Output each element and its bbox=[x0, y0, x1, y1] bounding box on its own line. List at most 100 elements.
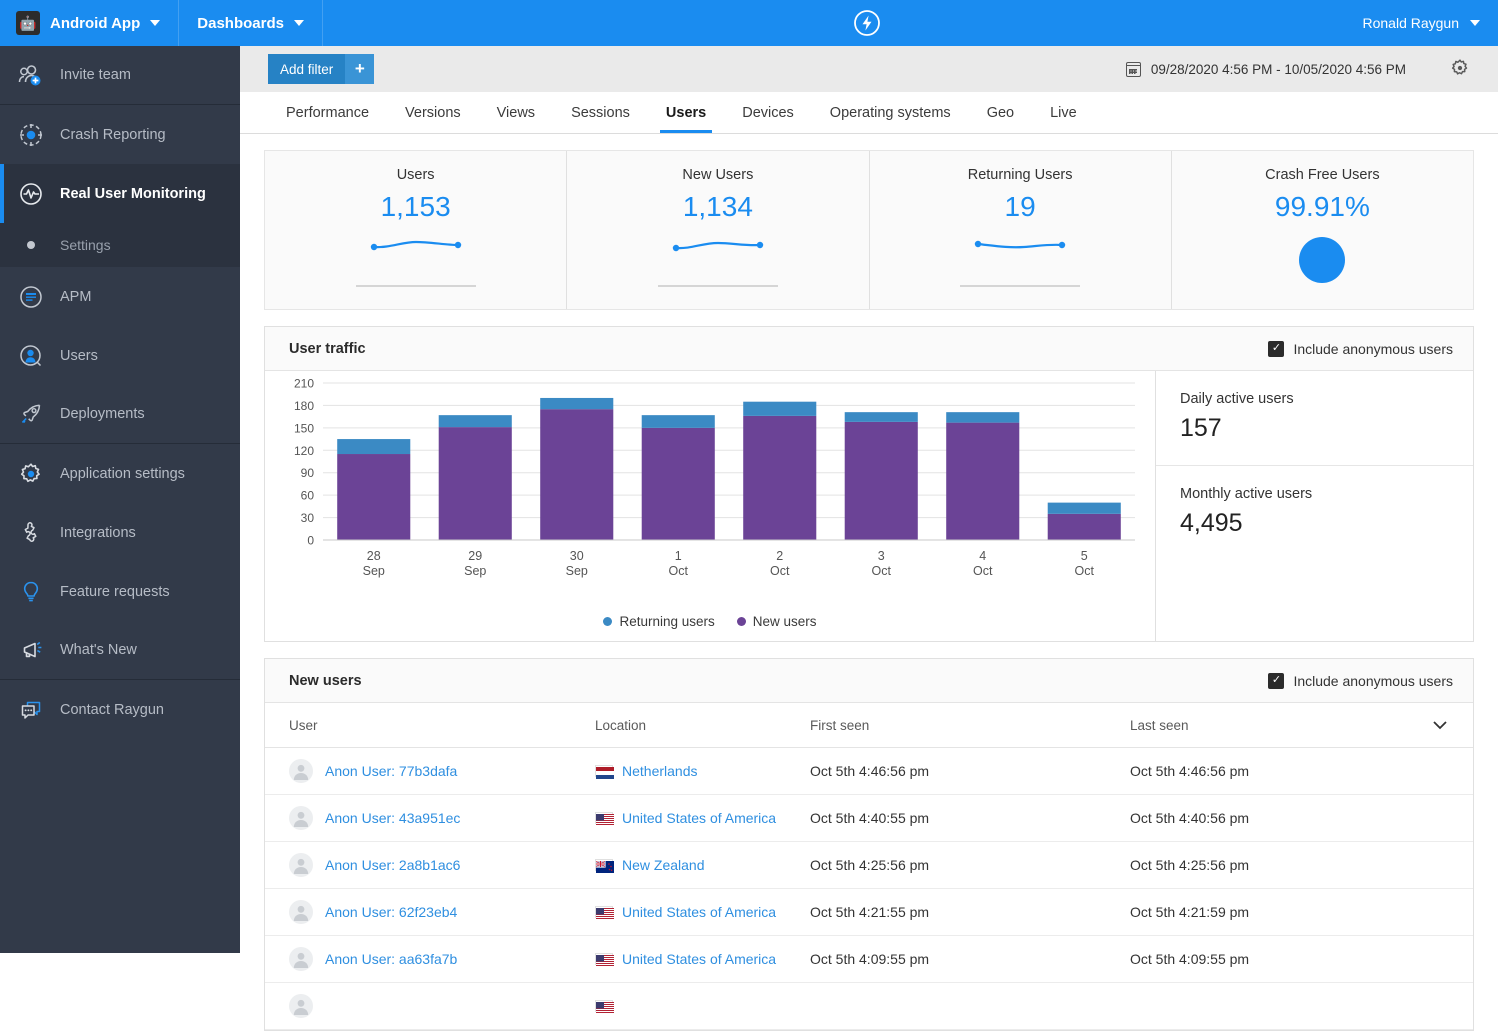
svg-text:Oct: Oct bbox=[973, 564, 993, 578]
sparkline-icon bbox=[974, 237, 1066, 258]
svg-text:5: 5 bbox=[1081, 549, 1088, 563]
sidebar-item-settings[interactable]: Settings bbox=[0, 223, 240, 267]
users-icon bbox=[16, 344, 46, 368]
location-link[interactable]: United States of America bbox=[622, 904, 776, 920]
daily-active-users-stat: Daily active users 157 bbox=[1156, 371, 1473, 465]
megaphone-icon bbox=[16, 638, 46, 662]
kpi-value: 99.91% bbox=[1274, 191, 1370, 222]
sidebar-item-real-user-monitoring[interactable]: Real User Monitoring bbox=[0, 164, 240, 223]
user-traffic-card: User traffic ✓ Include anonymous users 0… bbox=[264, 326, 1474, 642]
svg-text:Sep: Sep bbox=[363, 564, 385, 578]
user-link[interactable]: Anon User: 43a951ec bbox=[325, 810, 460, 826]
checkbox-checked-icon: ✓ bbox=[1268, 672, 1285, 689]
tab-users[interactable]: Users bbox=[648, 92, 724, 133]
location-link[interactable]: Netherlands bbox=[622, 763, 698, 779]
avatar bbox=[289, 759, 313, 783]
dot-icon bbox=[16, 241, 46, 249]
apm-icon bbox=[16, 285, 46, 309]
sidebar-item-deployments[interactable]: Deployments bbox=[0, 385, 240, 444]
legend-label: Returning users bbox=[619, 614, 715, 629]
include-anonymous-users-toggle[interactable]: ✓ Include anonymous users bbox=[1268, 340, 1453, 357]
cell-location: United States of America bbox=[585, 794, 800, 842]
sidebar-item-label: Application settings bbox=[60, 465, 185, 482]
svg-text:Oct: Oct bbox=[872, 564, 892, 578]
table-row[interactable]: Anon User: aa63fa7b United States of Amer… bbox=[265, 935, 1473, 983]
sidebar-item-whats-new[interactable]: What's New bbox=[0, 621, 240, 680]
column-header-last-seen[interactable]: Last seen bbox=[1120, 703, 1380, 748]
tab-geo[interactable]: Geo bbox=[969, 92, 1032, 133]
tab-devices[interactable]: Devices bbox=[724, 92, 812, 133]
column-header-first-seen[interactable]: First seen bbox=[800, 703, 1120, 748]
dashboards-selector[interactable]: Dashboards bbox=[179, 0, 323, 46]
sidebar-item-application-settings[interactable]: Application settings bbox=[0, 444, 240, 503]
user-link[interactable]: Anon User: aa63fa7b bbox=[325, 951, 457, 967]
svg-text:28: 28 bbox=[367, 549, 381, 563]
table-row[interactable]: Anon User: 43a951ec United States of Amer… bbox=[265, 794, 1473, 842]
cell-location: New Zealand bbox=[585, 841, 800, 889]
table-row[interactable]: Anon User: 62f23eb4 United States of Amer… bbox=[265, 888, 1473, 936]
filter-bar: Add filter + 09/28/2020 4:56 PM - 10/05/… bbox=[240, 46, 1498, 92]
svg-text:Oct: Oct bbox=[770, 564, 790, 578]
legend-item-returning-users: Returning users bbox=[603, 614, 715, 629]
table-row[interactable]: Anon User: 77b3dafa Netherlands Oct 5th 4:… bbox=[265, 747, 1473, 795]
user-menu[interactable]: Ronald Raygun bbox=[1362, 0, 1480, 46]
include-anonymous-users-toggle[interactable]: ✓ Include anonymous users bbox=[1268, 672, 1453, 689]
tab-operating-systems[interactable]: Operating systems bbox=[812, 92, 969, 133]
sidebar-item-invite-team[interactable]: Invite team bbox=[0, 46, 240, 105]
flag-icon-us bbox=[595, 906, 614, 920]
cell-spacer bbox=[1379, 888, 1473, 936]
svg-text:1: 1 bbox=[675, 549, 682, 563]
svg-text:150: 150 bbox=[294, 421, 314, 435]
svg-text:0: 0 bbox=[307, 534, 314, 548]
user-name-label: Ronald Raygun bbox=[1362, 15, 1459, 31]
cell-first-seen: Oct 5th 4:09:55 pm bbox=[800, 935, 1120, 983]
sidebar-item-label: Real User Monitoring bbox=[60, 185, 206, 202]
table-row[interactable] bbox=[265, 982, 1473, 1030]
card-title: New users bbox=[289, 672, 362, 689]
sidebar-item-apm[interactable]: APM bbox=[0, 267, 240, 326]
user-link[interactable]: Anon User: 77b3dafa bbox=[325, 763, 457, 779]
cell-first-seen: Oct 5th 4:40:55 pm bbox=[800, 794, 1120, 842]
settings-gear-icon[interactable] bbox=[1450, 58, 1470, 83]
sidebar-item-integrations[interactable]: Integrations bbox=[0, 503, 240, 562]
sidebar-item-label: Integrations bbox=[60, 524, 136, 541]
add-filter-button[interactable]: Add filter + bbox=[268, 54, 375, 84]
puzzle-icon bbox=[16, 521, 46, 545]
user-link[interactable]: Anon User: 62f23eb4 bbox=[325, 904, 457, 920]
stat-label: Daily active users bbox=[1180, 391, 1294, 407]
sidebar-item-label: What's New bbox=[60, 642, 137, 658]
chat-icon bbox=[16, 698, 46, 722]
cell-location bbox=[585, 982, 800, 1030]
location-link[interactable]: United States of America bbox=[622, 810, 776, 826]
date-range-picker[interactable]: 09/28/2020 4:56 PM - 10/05/2020 4:56 PM bbox=[1111, 54, 1420, 84]
tab-versions[interactable]: Versions bbox=[387, 92, 479, 133]
sidebar-item-contact-raygun[interactable]: Contact Raygun bbox=[0, 680, 240, 739]
sidebar-item-feature-requests[interactable]: Feature requests bbox=[0, 562, 240, 621]
table-header-row: User Location First seen Last seen bbox=[265, 703, 1473, 748]
date-range-label: 09/28/2020 4:56 PM - 10/05/2020 4:56 PM bbox=[1150, 61, 1406, 77]
flag-icon-nz bbox=[595, 859, 614, 873]
column-header-location[interactable]: Location bbox=[585, 703, 800, 748]
avatar bbox=[289, 947, 313, 971]
rum-icon bbox=[16, 182, 46, 206]
location-link[interactable]: United States of America bbox=[622, 951, 776, 967]
tab-performance[interactable]: Performance bbox=[268, 92, 387, 133]
tab-views[interactable]: Views bbox=[479, 92, 553, 133]
cell-last-seen bbox=[1120, 982, 1380, 1030]
sidebar-item-crash-reporting[interactable]: Crash Reporting bbox=[0, 105, 240, 164]
sort-chevron-cell[interactable] bbox=[1379, 703, 1473, 748]
app-selector[interactable]: 🤖 Android App bbox=[0, 0, 180, 46]
filter-input[interactable] bbox=[268, 54, 1092, 84]
table-row[interactable]: Anon User: 2a8b1ac6 New Zealand Oct 5th 4:… bbox=[265, 841, 1473, 889]
location-link[interactable]: New Zealand bbox=[622, 857, 705, 873]
column-header-user[interactable]: User bbox=[265, 703, 585, 748]
tab-live[interactable]: Live bbox=[1032, 92, 1095, 133]
sidebar-item-users[interactable]: Users bbox=[0, 326, 240, 385]
sparkline-icon bbox=[672, 237, 764, 258]
raygun-logo-icon[interactable] bbox=[853, 9, 881, 37]
user-link[interactable]: Anon User: 2a8b1ac6 bbox=[325, 857, 460, 873]
top-bar: 🤖 Android App Dashboards Ronald Raygun bbox=[0, 0, 1498, 46]
app-logo-icon: 🤖 bbox=[16, 11, 40, 35]
legend-swatch bbox=[736, 617, 746, 626]
tab-sessions[interactable]: Sessions bbox=[553, 92, 648, 133]
